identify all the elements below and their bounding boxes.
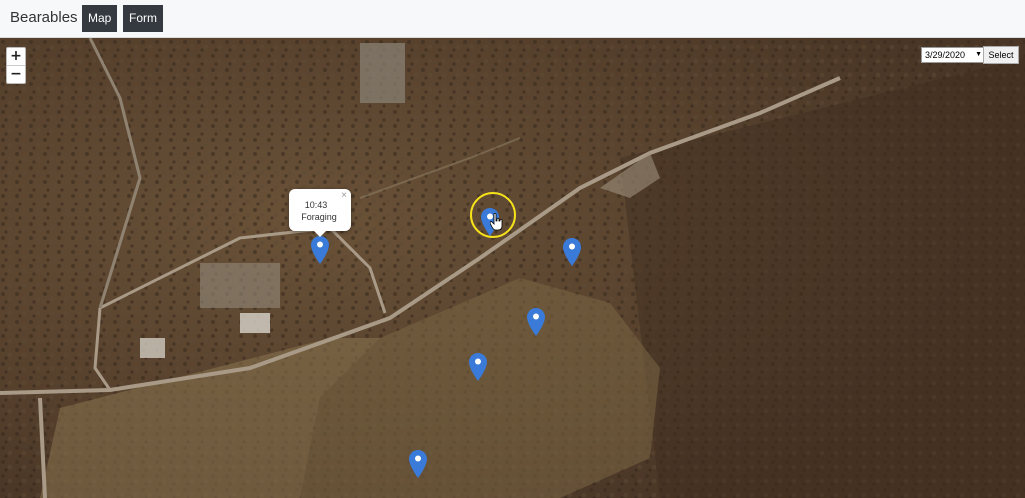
chevron-down-icon: ▼ [975, 51, 982, 58]
popup-activity: Foraging [301, 212, 337, 222]
zoom-in-button[interactable]: + [7, 48, 25, 65]
zoom-control: + − [6, 47, 26, 84]
navbar: Bearables Map Form [0, 0, 1025, 38]
select-button[interactable]: Select [983, 46, 1019, 64]
date-select-value: 3/29/2020 [925, 50, 966, 60]
zoom-out-button[interactable]: − [7, 65, 25, 83]
map-marker-icon[interactable] [311, 236, 329, 264]
popup-tip [314, 231, 326, 237]
date-select[interactable]: 3/29/2020 ▼ [921, 47, 986, 63]
map-view[interactable]: + − 3/29/2020 ▼ Select × 10:43 Foraging [0, 38, 1025, 498]
map-nav-button[interactable]: Map [82, 5, 118, 32]
popup-time: 10:43 [304, 200, 328, 210]
aerial-terrain [0, 38, 1025, 498]
brand-title[interactable]: Bearables [10, 9, 78, 26]
form-nav-button[interactable]: Form [123, 5, 163, 32]
hand-pointer-icon [490, 213, 503, 231]
map-marker-icon[interactable] [409, 450, 427, 478]
map-marker-icon[interactable] [563, 238, 581, 266]
map-marker-icon[interactable] [469, 353, 487, 381]
marker-popup: × 10:43 Foraging [289, 189, 351, 237]
map-marker-icon[interactable] [527, 308, 545, 336]
